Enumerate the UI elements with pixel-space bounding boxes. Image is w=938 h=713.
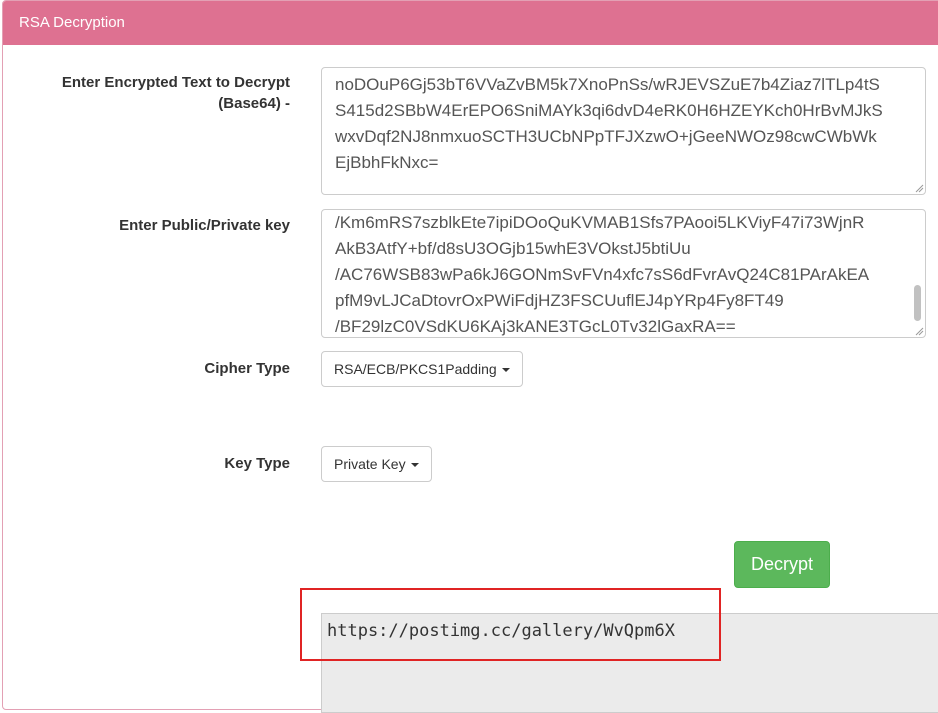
key-scrollbar[interactable] (912, 210, 923, 325)
key-input[interactable]: /Km6mRS7szblkEte7ipiDOoQuKVMAB1Sfs7PAooi… (321, 209, 926, 338)
resize-grip-icon[interactable] (914, 183, 924, 193)
key-type-value: Private Key (334, 456, 406, 472)
key-line: /AC76WSB83wPa6kJ6GONmSvFVn4xfc7sS6dFvrAv… (335, 265, 870, 284)
encrypted-text-label: Enter Encrypted Text to Decrypt (Base64)… (62, 72, 290, 114)
caret-down-icon (410, 463, 419, 468)
encrypted-line: S415d2SBbW4ErEPO6SniMAYk3qi6dvD4eRK0H6HZ… (335, 101, 883, 120)
key-label: Enter Public/Private key (119, 217, 290, 234)
key-type-label: Key Type (224, 455, 290, 472)
highlight-box (300, 588, 721, 661)
resize-grip-icon[interactable] (914, 326, 924, 336)
cipher-type-value: RSA/ECB/PKCS1Padding (334, 361, 497, 377)
encrypted-label-line2: (Base64) - (218, 95, 290, 112)
encrypted-line: EjBbhFkNxc= (335, 153, 439, 172)
decrypt-button[interactable]: Decrypt (734, 541, 830, 588)
scrollbar-thumb[interactable] (914, 285, 921, 321)
key-line: /Km6mRS7szblkEte7ipiDOoQuKVMAB1Sfs7PAooi… (335, 213, 865, 232)
cipher-type-label: Cipher Type (204, 360, 290, 377)
caret-down-icon (501, 368, 510, 373)
key-type-dropdown[interactable]: Private Key (321, 446, 432, 482)
key-line: pfM9vLJCaDtovrOxPWiFdjHZ3FSCUuflEJ4pYRp4… (335, 291, 784, 310)
cipher-type-dropdown[interactable]: RSA/ECB/PKCS1Padding (321, 351, 523, 387)
key-line: AkB3AtfY+bf/d8sU3OGjb15whE3VOkstJ5btiUu (335, 239, 691, 258)
encrypted-text-input[interactable]: noDOuP6Gj53bT6VVaZvBM5k7XnoPnSs/wRJEVSZu… (321, 67, 926, 195)
encrypted-line: wxvDqf2NJ8nmxuoSCTH3UCbNPpTFJXzwO+jGeeNW… (335, 127, 877, 146)
encrypted-label-line1: Enter Encrypted Text to Decrypt (61, 74, 290, 91)
key-line: /BF29lzC0VSdKU6KAj3kANE3TGcL0Tv32lGaxRA=… (335, 317, 736, 336)
encrypted-line: noDOuP6Gj53bT6VVaZvBM5k7XnoPnSs/wRJEVSZu… (335, 75, 880, 94)
panel-title: RSA Decryption (3, 1, 938, 45)
